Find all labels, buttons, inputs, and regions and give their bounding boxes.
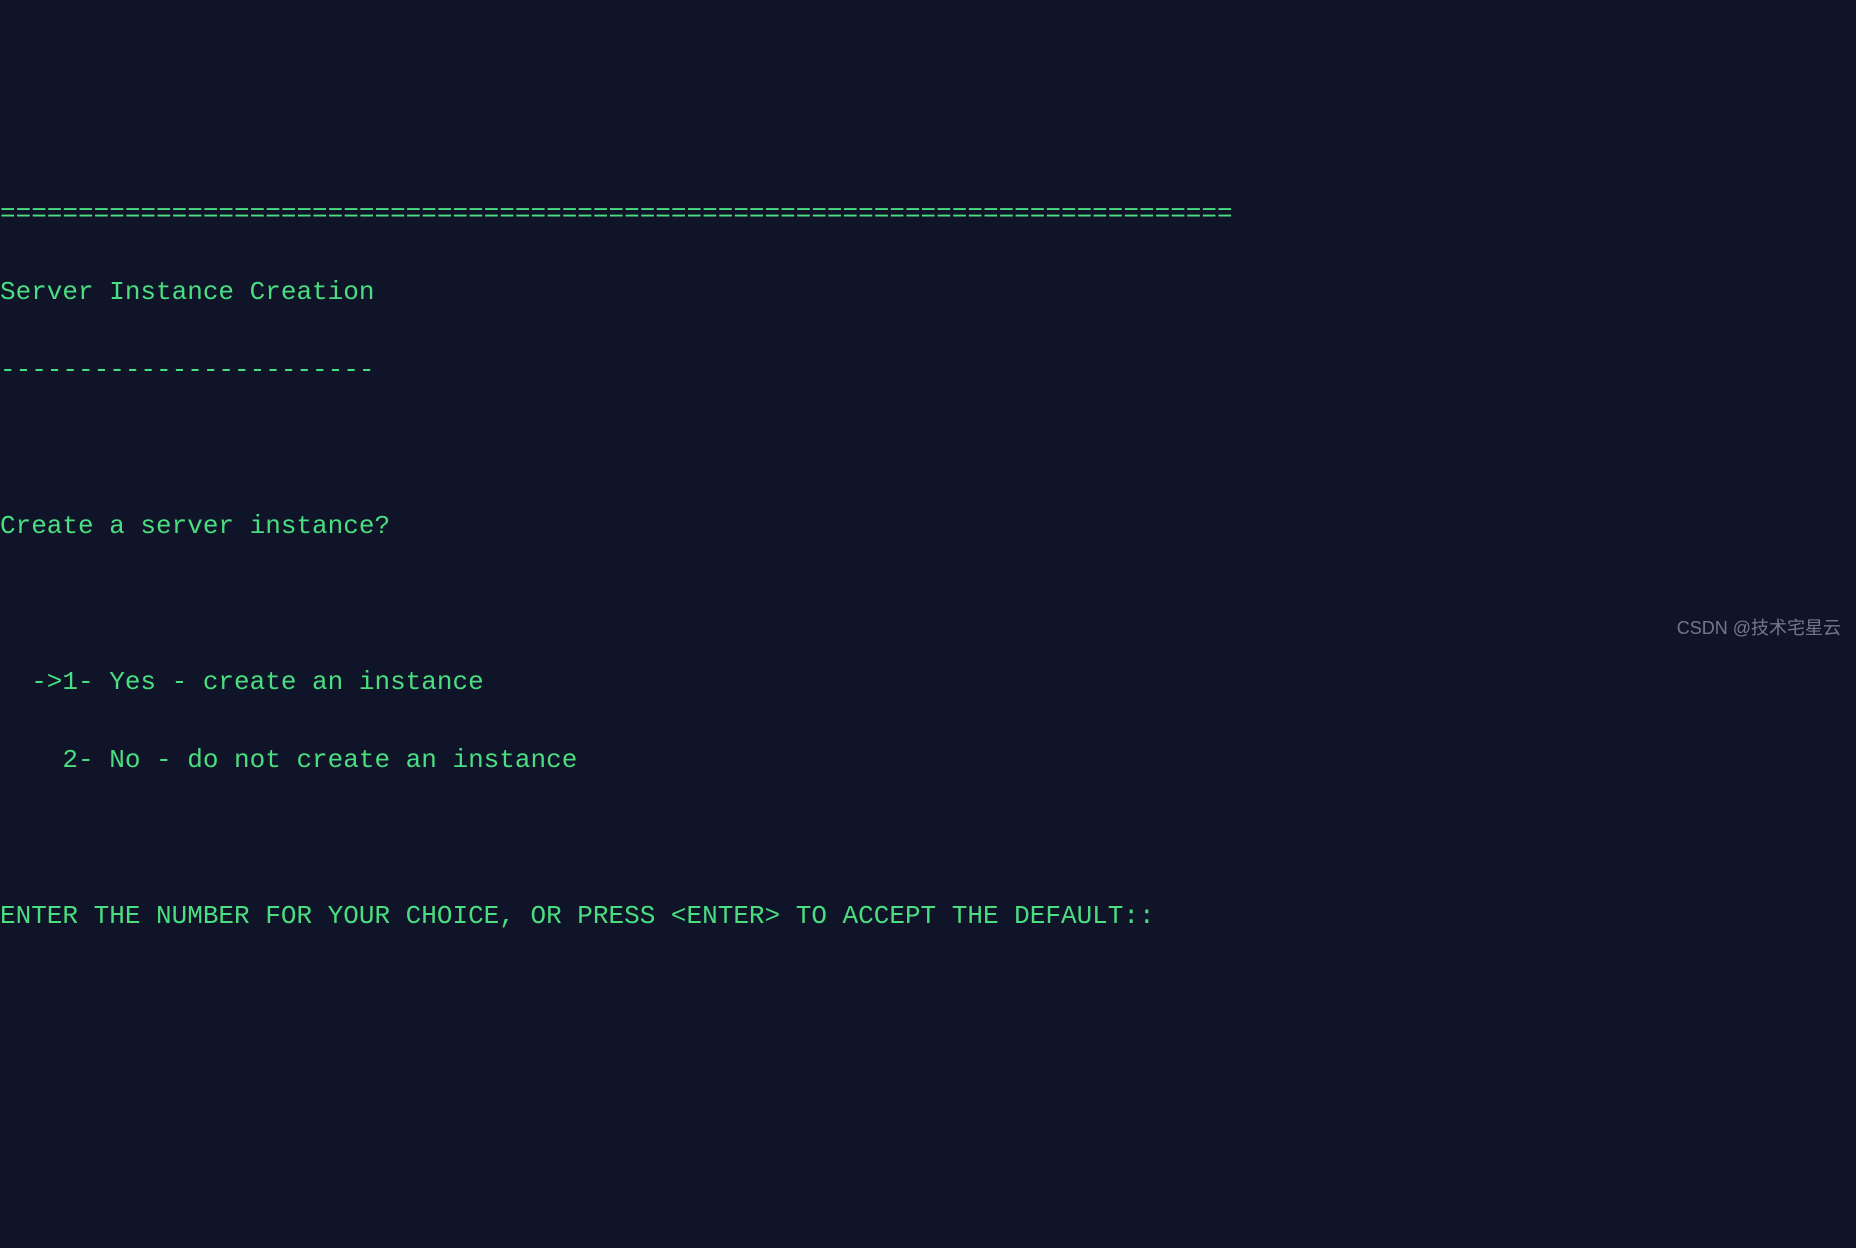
blank-line [0,429,1856,468]
option-1-text: Yes - create an instance [109,667,483,697]
option-2-text: No - do not create an instance [109,745,577,775]
question-text: Create a server instance? [0,507,1856,546]
blank-line [0,585,1856,624]
section-title: Server Instance Creation [0,273,1856,312]
option-1[interactable]: ->1- Yes - create an instance [0,663,1856,702]
option-1-prefix: ->1- [0,667,109,697]
blank-line [0,819,1856,858]
terminal-output: ========================================… [0,156,1856,975]
title-underline: ------------------------ [0,351,1856,390]
watermark-text: CSDN @技术宅星云 [1677,615,1841,642]
input-prompt[interactable]: ENTER THE NUMBER FOR YOUR CHOICE, OR PRE… [0,897,1856,936]
separator-line: ========================================… [0,195,1856,234]
option-2-prefix: 2- [0,745,109,775]
option-2[interactable]: 2- No - do not create an instance [0,741,1856,780]
